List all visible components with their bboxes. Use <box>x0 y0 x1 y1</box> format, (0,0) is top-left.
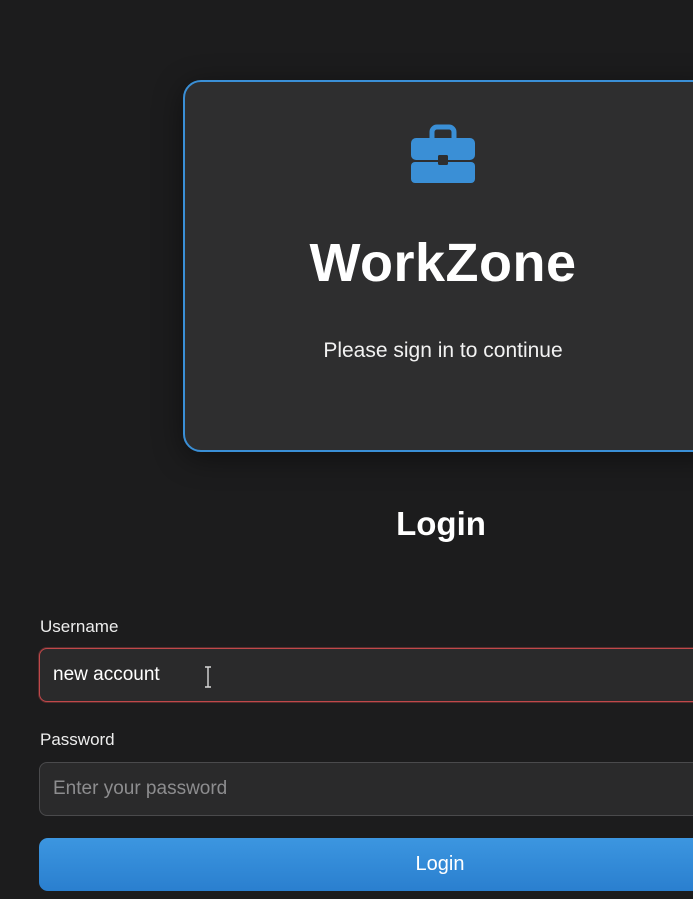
briefcase-icon <box>411 124 475 183</box>
login-button-label: Login <box>415 853 465 875</box>
login-heading: Login <box>396 505 486 542</box>
app-subtitle: Please sign in to continue <box>323 339 563 362</box>
brand-card: WorkZone Please sign in to continue <box>183 80 693 452</box>
login-page: WorkZone Please sign in to continue Logi… <box>0 0 693 899</box>
app-title: WorkZone <box>309 233 577 293</box>
password-label: Password <box>40 730 115 749</box>
username-input[interactable] <box>39 648 693 702</box>
login-button[interactable]: Login <box>39 838 693 891</box>
text-cursor-icon <box>205 666 211 688</box>
username-label: Username <box>40 617 119 636</box>
password-input[interactable] <box>39 762 693 816</box>
